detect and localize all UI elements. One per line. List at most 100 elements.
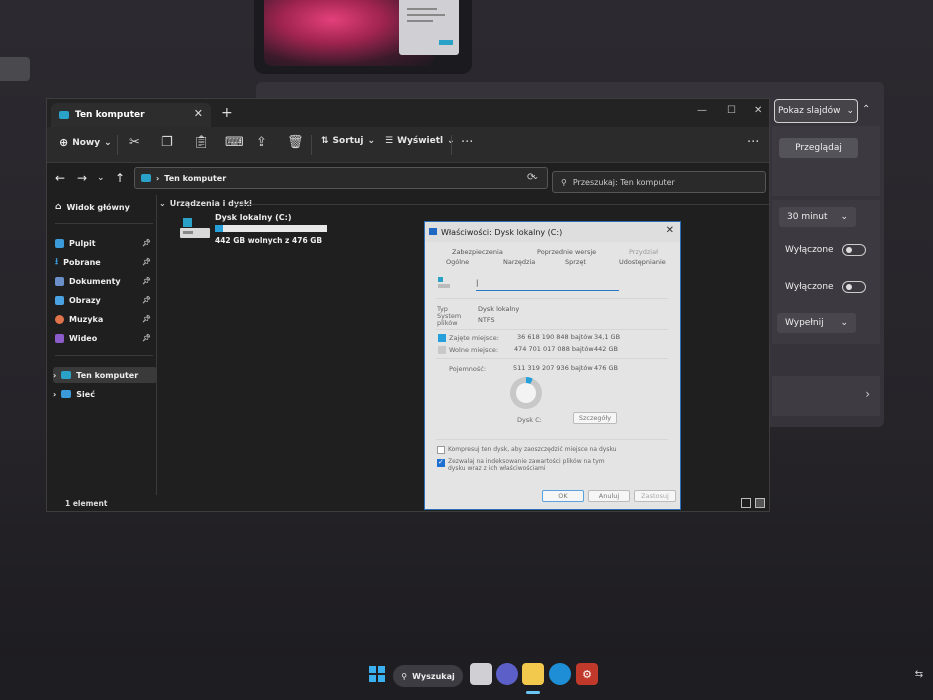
details-pane-icon[interactable]: ··· <box>747 135 759 150</box>
index-checkbox[interactable] <box>437 458 445 467</box>
download-icon: ⭳ <box>55 257 59 267</box>
sidebar-item-videos[interactable]: Wideo 📌︎ <box>55 330 155 346</box>
pin-icon[interactable]: 📌︎ <box>142 258 151 266</box>
tab-general[interactable]: Ogólne <box>446 258 469 266</box>
chevron-right-icon: › <box>865 387 870 401</box>
computer-icon <box>61 371 72 379</box>
pin-icon[interactable]: 📌︎ <box>142 315 151 323</box>
ok-button[interactable]: OK <box>542 490 584 502</box>
battery-toggle-row[interactable]: Wyłączone <box>785 281 866 293</box>
item-count: 1 element <box>65 499 108 508</box>
compress-checkbox[interactable] <box>437 446 445 454</box>
drive-item-c[interactable]: Dysk lokalny (C:) 442 GB wolnych z 476 G… <box>179 213 349 253</box>
cut-icon[interactable]: ✂ <box>129 135 140 150</box>
tiles-view-icon[interactable] <box>755 498 765 508</box>
sidebar-item-this-pc[interactable]: › Ten komputer <box>53 367 157 383</box>
pin-icon[interactable]: 📌︎ <box>142 296 151 304</box>
search-input[interactable]: ⚲ Przeszukaj: Ten komputer <box>552 171 766 193</box>
network-tray-icon[interactable]: ⇆ <box>908 663 930 685</box>
close-icon[interactable]: ✕ <box>666 225 674 236</box>
browse-button[interactable]: Przeglądaj <box>779 138 858 158</box>
chevron-right-icon: › <box>53 370 57 380</box>
drive-name-input[interactable]: | <box>476 279 619 291</box>
breadcrumb-chevron-icon: › <box>156 173 160 183</box>
tab-tools[interactable]: Narzędzia <box>503 258 535 266</box>
interval-dropdown[interactable]: 30 minut ⌄ <box>779 207 856 227</box>
close-window-icon[interactable]: ✕ <box>754 105 762 116</box>
search-icon: ⚲ <box>401 671 408 681</box>
navigation-pane: ⌂ Widok główny Pulpit 📌︎ ⭳ Pobrane 📌︎ Do… <box>47 195 157 495</box>
desktop-icon <box>55 238 64 248</box>
sort-icon: ⇅ <box>321 136 329 146</box>
maximize-icon[interactable]: ☐ <box>727 105 736 116</box>
tab-hardware[interactable]: Sprzęt <box>565 258 586 266</box>
sidebar-item-pictures[interactable]: Obrazy 📌︎ <box>55 292 155 308</box>
shuffle-toggle-row[interactable]: Wyłączone <box>785 244 866 256</box>
settings-gear-icon[interactable]: ⚙ <box>576 663 598 685</box>
wallpaper-preview <box>254 0 472 74</box>
address-bar[interactable]: › Ten komputer ⌄ <box>134 167 548 189</box>
more-settings-row[interactable]: › <box>772 376 880 416</box>
tab-security[interactable]: Zabezpieczenia <box>452 248 503 256</box>
pin-icon[interactable]: 📌︎ <box>142 277 151 285</box>
back-icon[interactable]: ← <box>55 171 65 185</box>
new-button[interactable]: ⊕ Nowy ⌄ <box>59 136 112 149</box>
delete-icon[interactable]: 🗑︎ <box>287 135 304 150</box>
tab-previous-versions[interactable]: Poprzednie wersje <box>537 248 596 256</box>
document-icon <box>55 276 64 286</box>
share-icon[interactable]: ⇪ <box>256 135 267 150</box>
rename-icon[interactable]: ⌨︎ <box>225 135 244 150</box>
taskbar: ⚲ Wyszukaj ⚙ ⇆ <box>0 655 933 700</box>
slideshow-dropdown[interactable]: Pokaz slajdów ⌄ <box>774 99 858 123</box>
sort-button[interactable]: ⇅ Sortuj ⌄ <box>321 136 375 146</box>
tab-quota[interactable]: Przydział <box>629 248 658 256</box>
battery-toggle[interactable] <box>841 281 866 293</box>
sidebar-item-music[interactable]: Muzyka 📌︎ <box>55 311 155 327</box>
chevron-down-icon: ⌄ <box>840 212 848 222</box>
search-icon: ⚲ <box>561 177 567 187</box>
tab-this-pc[interactable]: Ten komputer ✕ <box>51 103 211 127</box>
refresh-icon[interactable]: ⟳ <box>527 172 535 183</box>
new-tab-icon[interactable]: + <box>221 105 233 121</box>
forward-icon[interactable]: → <box>77 171 87 185</box>
teams-icon[interactable] <box>496 663 518 685</box>
view-button[interactable]: ☰ Wyświetl ⌄ <box>385 136 455 146</box>
task-view-icon[interactable] <box>470 663 492 685</box>
details-view-icon[interactable] <box>741 498 751 508</box>
paste-icon[interactable]: 📋︎ <box>193 135 210 150</box>
close-tab-icon[interactable]: ✕ <box>194 107 203 120</box>
tab-sharing[interactable]: Udostępnianie <box>619 258 666 266</box>
start-icon[interactable] <box>366 663 388 685</box>
drive-usage-fill <box>215 225 223 232</box>
sidebar-item-downloads[interactable]: ⭳ Pobrane 📌︎ <box>55 254 155 270</box>
chevron-down-icon: ⌄ <box>159 199 166 208</box>
drive-usage-bar <box>215 225 327 232</box>
shuffle-toggle[interactable] <box>841 244 866 256</box>
recent-chevron-icon[interactable]: ⌄ <box>97 173 105 183</box>
pin-icon[interactable]: 📌︎ <box>142 239 151 247</box>
breadcrumb[interactable]: Ten komputer <box>164 174 226 183</box>
edge-icon[interactable] <box>549 663 571 685</box>
pin-icon[interactable]: 📌︎ <box>142 334 151 342</box>
details-button[interactable]: Szczegóły <box>573 412 617 424</box>
sidebar-item-home[interactable]: ⌂ Widok główny <box>55 199 155 215</box>
title-bar: Ten komputer ✕ + — ☐ ✕ <box>47 99 769 127</box>
cancel-button[interactable]: Anuluj <box>588 490 630 502</box>
up-icon[interactable]: ↑ <box>115 171 125 185</box>
file-explorer-icon[interactable] <box>522 663 544 685</box>
computer-icon <box>59 111 69 119</box>
copy-icon[interactable]: ❐ <box>161 135 173 150</box>
free-space-swatch <box>438 346 446 354</box>
apply-button[interactable]: Zastosuj <box>634 490 676 502</box>
computer-icon <box>141 174 151 182</box>
sidebar-item-desktop[interactable]: Pulpit 📌︎ <box>55 235 155 251</box>
sidebar-item-network[interactable]: › Sieć <box>53 386 153 402</box>
sidebar-item-documents[interactable]: Dokumenty 📌︎ <box>55 273 155 289</box>
chevron-up-icon[interactable]: ⌃ <box>862 104 870 115</box>
taskbar-search[interactable]: ⚲ Wyszukaj <box>393 665 463 687</box>
music-icon <box>55 314 64 324</box>
fit-dropdown[interactable]: Wypełnij ⌄ <box>777 313 856 333</box>
more-options-icon[interactable]: ··· <box>461 135 473 150</box>
minimize-icon[interactable]: — <box>697 105 707 116</box>
address-row: ← → ⌄ ↑ › Ten komputer ⌄ ⟳ ⚲ Przeszukaj:… <box>47 163 769 195</box>
